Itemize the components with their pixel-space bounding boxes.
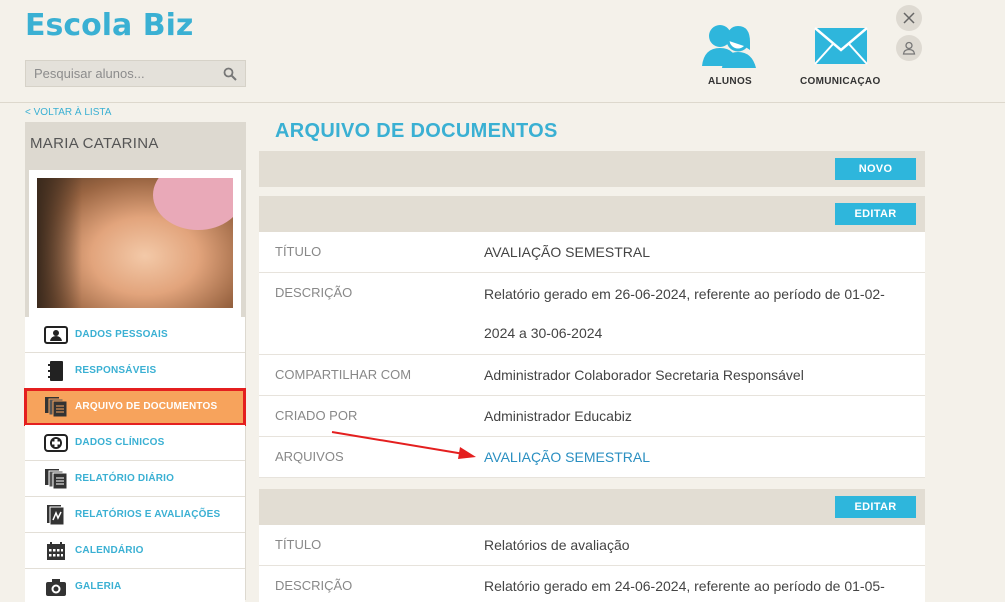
student-menu: DADOS PESSOAIS RESPONSÁVEIS ARQUIVO DE D… [24, 317, 246, 602]
nav-comunicacao-label: COMUNICAÇAO [800, 76, 881, 87]
student-photo [37, 178, 233, 308]
field-value: AVALIAÇÃO SEMESTRAL [484, 244, 650, 260]
edit-document-button-2[interactable]: EDITAR [835, 496, 916, 518]
nav-comunicacao[interactable]: COMUNICAÇAO [800, 20, 881, 87]
field-key: TÍTULO [275, 244, 322, 259]
menu-item-label: DADOS CLÍNICOS [75, 437, 165, 448]
menu-item-dados-clinicos[interactable]: DADOS CLÍNICOS [25, 425, 245, 461]
menu-item-relatorios-e-avaliacoes[interactable]: RELATÓRIOS E AVALIAÇÕES [25, 497, 245, 533]
field-value: Administrador Colaborador Secretaria Res… [484, 367, 804, 383]
close-button[interactable] [896, 5, 922, 31]
document-toolbar-2: EDITAR [259, 489, 925, 525]
field-key: DESCRIÇÃO [275, 578, 353, 593]
menu-item-arquivo-de-documentos[interactable]: ARQUIVO DE DOCUMENTOS [24, 388, 246, 426]
student-photo-frame [29, 170, 241, 318]
field-key: TÍTULO [275, 537, 322, 552]
field-row-descricao: DESCRIÇÃO Relatório gerado em 26-06-2024… [259, 273, 925, 355]
menu-item-relatorio-diario[interactable]: RELATÓRIO DIÁRIO [25, 461, 245, 497]
document-card-2: TÍTULO Relatórios de avaliação DESCRIÇÃO… [259, 525, 925, 602]
annotation-arrow [331, 431, 476, 459]
field-key: DESCRIÇÃO [275, 285, 353, 300]
nav-alunos[interactable]: ALUNOS [698, 20, 762, 87]
menu-item-label: ARQUIVO DE DOCUMENTOS [75, 401, 218, 412]
menu-item-label: CALENDÁRIO [75, 545, 144, 556]
field-row-titulo-2: TÍTULO Relatórios de avaliação [259, 525, 925, 566]
menu-item-label: GALERIA [75, 581, 122, 592]
student-name: MARIA CATARINA [30, 135, 159, 152]
field-row-descricao-2: DESCRIÇÃO Relatório gerado em 24-06-2024… [259, 566, 925, 602]
edit-document-button[interactable]: EDITAR [835, 203, 916, 225]
menu-item-dados-pessoais[interactable]: DADOS PESSOAIS [25, 317, 245, 353]
header-divider [0, 102, 1005, 103]
close-icon [903, 12, 915, 24]
menu-item-label: RESPONSÁVEIS [75, 365, 157, 376]
page-title: ARQUIVO DE DOCUMENTOS [275, 120, 558, 142]
search-icon[interactable] [223, 67, 237, 81]
search-input[interactable] [26, 61, 245, 86]
menu-item-label: RELATÓRIOS E AVALIAÇÕES [75, 509, 221, 520]
menu-item-calendario[interactable]: CALENDÁRIO [25, 533, 245, 569]
student-sidebar: MARIA CATARINA DADOS PESSOAIS RESPONSÁVE… [24, 122, 246, 602]
student-search [25, 60, 246, 87]
menu-item-label: RELATÓRIO DIÁRIO [75, 473, 175, 484]
field-row-titulo: TÍTULO AVALIAÇÃO SEMESTRAL [259, 232, 925, 273]
field-value: Relatório gerado em 24-06-2024, referent… [484, 578, 885, 594]
field-value: Relatório gerado em 26-06-2024, referent… [484, 286, 885, 341]
back-to-list-link[interactable]: < VOLTAR À LISTA [25, 107, 111, 118]
field-value: Relatórios de avaliação [484, 537, 630, 553]
document-toolbar: EDITAR [259, 196, 925, 232]
user-menu-button[interactable] [896, 35, 922, 61]
user-icon [902, 41, 916, 55]
menu-item-label: DADOS PESSOAIS [75, 329, 168, 340]
evaluation-icon [47, 504, 65, 525]
new-document-button[interactable]: NOVO [835, 158, 916, 180]
menu-item-galeria[interactable]: GALERIA [25, 569, 245, 602]
report-icon [45, 468, 68, 489]
new-toolbar: NOVO [259, 151, 925, 187]
camera-icon [46, 578, 66, 596]
calendar-icon [47, 541, 65, 560]
medical-cross-icon [44, 433, 68, 452]
app-title: Escola Biz [25, 8, 194, 43]
students-icon [702, 25, 756, 68]
id-card-icon [44, 325, 68, 344]
notebook-icon [48, 360, 63, 381]
field-value: Administrador Educabiz [484, 408, 632, 424]
field-key: COMPARTILHAR COM [275, 367, 412, 382]
field-row-compartilhar: COMPARTILHAR COM Administrador Colaborad… [259, 355, 925, 396]
attachment-link[interactable]: AVALIAÇÃO SEMESTRAL [484, 437, 925, 477]
documents-icon [45, 396, 68, 417]
envelope-icon [814, 27, 869, 65]
nav-alunos-label: ALUNOS [707, 76, 753, 87]
menu-item-responsaveis[interactable]: RESPONSÁVEIS [25, 353, 245, 389]
